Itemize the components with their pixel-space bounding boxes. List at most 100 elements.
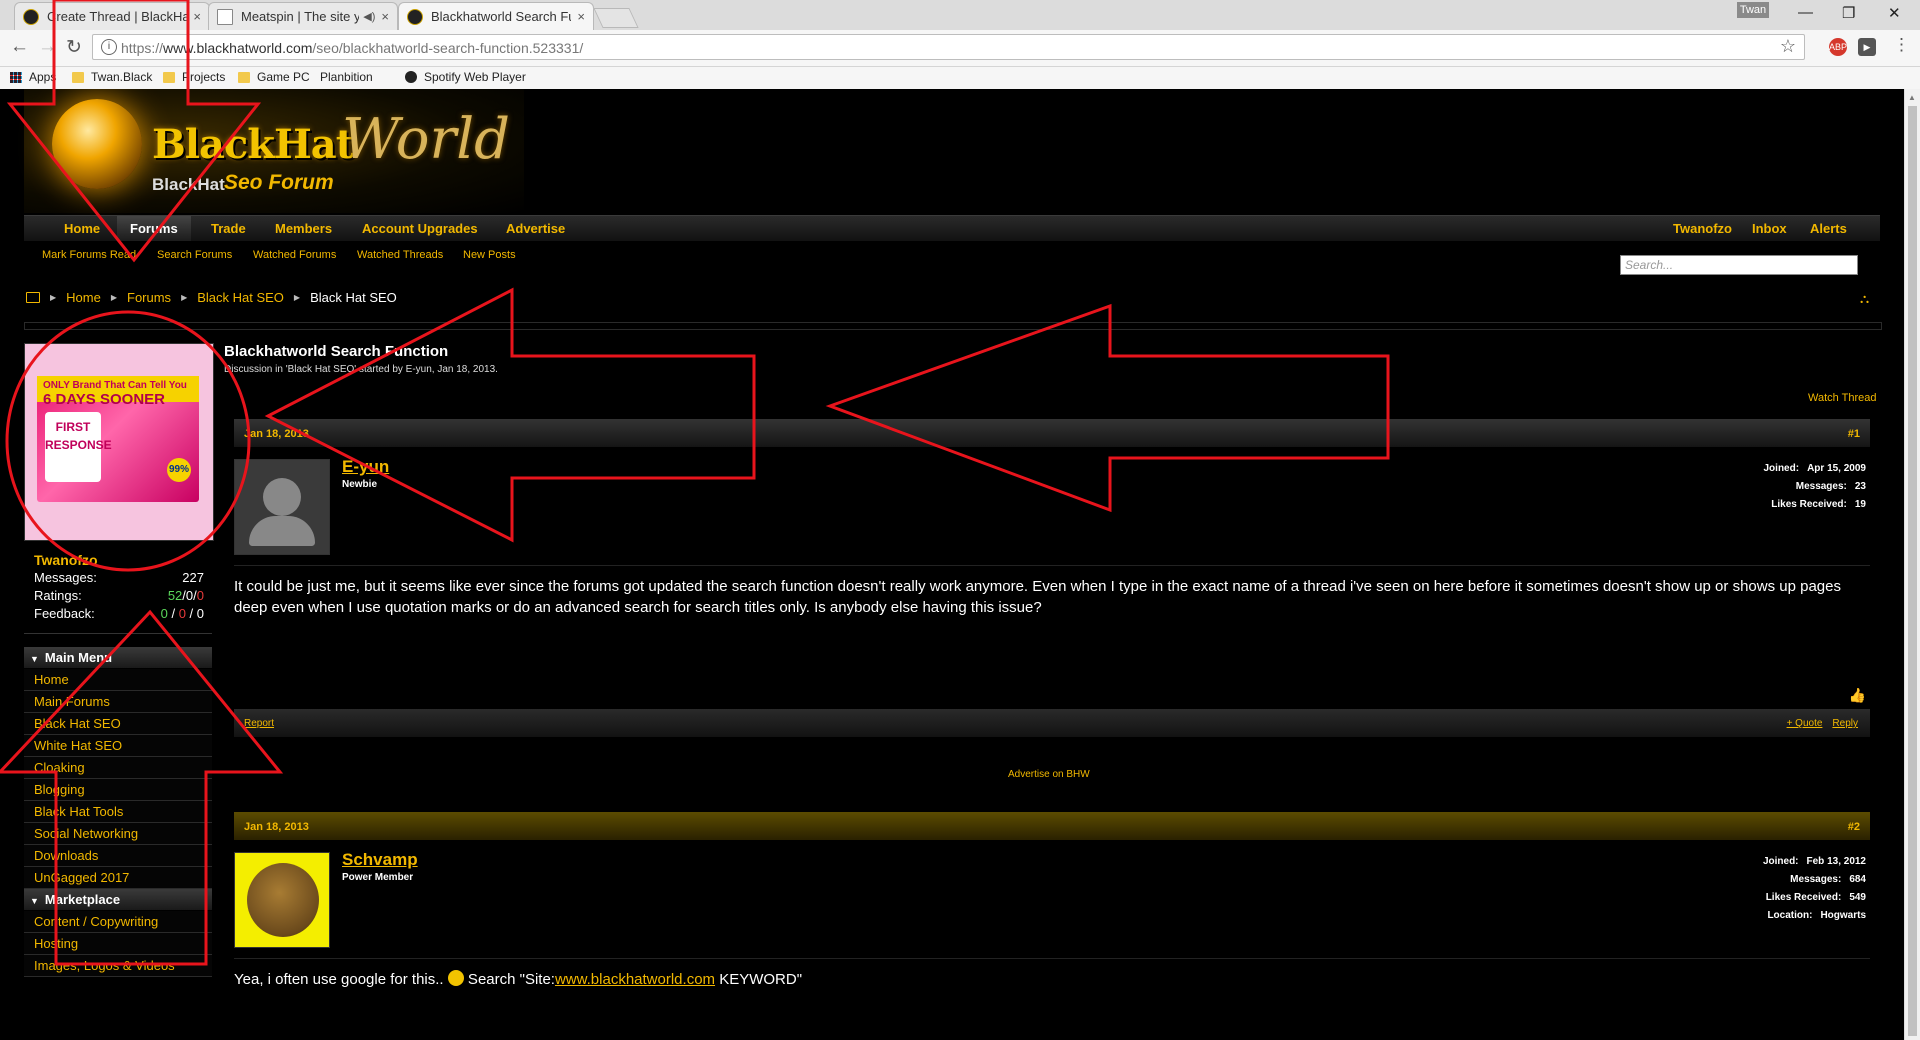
subnav-search-forums[interactable]: Search Forums — [157, 249, 232, 261]
nav-advertise[interactable]: Advertise — [506, 221, 565, 236]
post-2: Jan 18, 2013 #2 Schvamp Power Member Joi… — [224, 812, 1880, 1040]
adblock-plus-icon[interactable]: ABP — [1829, 38, 1847, 56]
bookmark-apps[interactable]: Apps — [10, 70, 56, 84]
quote-link[interactable]: + Quote — [1787, 718, 1823, 729]
thread-description: Discussion in 'Black Hat SEO' started by… — [224, 364, 498, 375]
stat-feedback: Feedback: 0 / 0 / 0 — [34, 606, 204, 621]
watch-thread-link[interactable]: Watch Thread — [1808, 392, 1876, 404]
sidebar-item-hosting[interactable]: Hosting — [24, 933, 212, 955]
tab-blackhatworld-search[interactable]: Blackhatworld Search Fu × — [398, 2, 594, 30]
main-menu-header[interactable]: ▼ Main Menu — [24, 647, 212, 668]
post-avatar[interactable] — [234, 852, 330, 948]
url-text[interactable]: https://www.blackhatworld.com/seo/blackh… — [121, 40, 583, 56]
forum-search-input[interactable]: Search... — [1620, 255, 1858, 275]
home-folder-icon[interactable] — [26, 292, 40, 303]
scroll-up-icon[interactable]: ▲ — [1908, 93, 1916, 102]
sidebar-user-avatar[interactable]: ONLY Brand That Can Tell You 6 DAYS SOON… — [24, 343, 214, 541]
bookmark-planbition[interactable]: Planbition — [320, 70, 373, 172]
sidebar-item-downloads[interactable]: Downloads — [24, 845, 212, 867]
post-permalink[interactable]: #2 — [1848, 821, 1860, 833]
post-1: Jan 18, 2013 #1 E-yun Newbie Joined: Apr … — [224, 419, 1880, 781]
restore-icon[interactable]: ❐ — [1842, 4, 1855, 22]
nav-alerts[interactable]: Alerts — [1810, 221, 1847, 236]
post-author[interactable]: Schvamp — [342, 850, 418, 870]
sidebar-item-ungagged-2017[interactable]: UnGagged 2017 — [24, 867, 212, 889]
scrollbar-thumb[interactable] — [1908, 106, 1917, 1036]
sidebar-item-home[interactable]: Home — [24, 669, 212, 691]
close-window-icon[interactable]: ✕ — [1888, 4, 1901, 22]
post-date[interactable]: Jan 18, 2013 — [244, 428, 309, 440]
nav-account-upgrades[interactable]: Account Upgrades — [362, 221, 478, 236]
bookmark-game-pc[interactable]: Game PC — [238, 70, 310, 84]
bookmarks-bar: Apps Twan.Black Projects Game PC Planbit… — [0, 67, 1920, 172]
like-thumb-icon[interactable]: 👍 — [1849, 687, 1866, 704]
sitemap-icon[interactable]: ⛬ — [1860, 291, 1869, 307]
tab-close-icon[interactable]: × — [381, 9, 389, 24]
profile-chip[interactable]: Twan — [1737, 2, 1769, 18]
logo-text: BlackHat — [152, 121, 354, 168]
nav-members[interactable]: Members — [275, 221, 332, 236]
post-body-link[interactable]: www.blackhatworld.com — [555, 971, 715, 988]
wilson-ball-avatar-icon — [247, 863, 319, 937]
tab-close-icon[interactable]: × — [193, 9, 201, 24]
vertical-scrollbar[interactable]: ▲ — [1904, 89, 1920, 1040]
chrome-menu-icon[interactable]: ⋮ — [1893, 35, 1910, 55]
post-avatar[interactable] — [234, 459, 330, 555]
sidebar-item-white-hat-seo[interactable]: White Hat SEO — [24, 735, 212, 757]
breadcrumb-current: Black Hat SEO — [310, 290, 397, 305]
post-footer: Report + Quote Reply — [234, 709, 1870, 737]
post-date[interactable]: Jan 18, 2013 — [244, 821, 309, 833]
info-icon[interactable]: i — [101, 39, 117, 55]
sidebar-item-images-logos-videos[interactable]: Images, Logos & Videos — [24, 955, 212, 977]
sidebar-item-main-forums[interactable]: Main Forums — [24, 691, 212, 713]
new-tab-button[interactable] — [593, 8, 639, 28]
breadcrumb-black-hat-seo[interactable]: Black Hat SEO — [197, 290, 284, 305]
breadcrumb-forums[interactable]: Forums — [127, 290, 171, 305]
bookmark-twan-black[interactable]: Twan.Black — [72, 70, 152, 84]
folder-icon — [238, 71, 250, 83]
sidebar-item-cloaking[interactable]: Cloaking — [24, 757, 212, 779]
sidebar-item-blogging[interactable]: Blogging — [24, 779, 212, 801]
nav-home[interactable]: Home — [64, 221, 100, 236]
nav-user[interactable]: Twanofzo — [1673, 221, 1732, 236]
nav-trade[interactable]: Trade — [211, 221, 246, 236]
tab-title: Create Thread | BlackHat — [47, 9, 188, 24]
reload-icon[interactable]: ↻ — [66, 36, 82, 59]
tab-meatspin[interactable]: Meatspin | The site yo ◀) × — [208, 2, 398, 30]
tab-create-thread[interactable]: Create Thread | BlackHat × — [14, 2, 210, 30]
bookmark-spotify[interactable]: Spotify Web Player — [405, 70, 526, 84]
apps-grid-icon — [10, 71, 22, 83]
post-permalink[interactable]: #1 — [1848, 428, 1860, 440]
sidebar-item-social-networking[interactable]: Social Networking — [24, 823, 212, 845]
divider — [234, 958, 1870, 959]
sidebar-item-content-copywriting[interactable]: Content / Copywriting — [24, 911, 212, 933]
speaker-icon[interactable]: ◀) — [363, 10, 375, 23]
back-icon[interactable]: ← — [10, 36, 29, 58]
breadcrumb-separator-icon: ▶ — [50, 293, 57, 302]
folder-icon — [163, 71, 175, 83]
marketplace-header[interactable]: ▼ Marketplace — [24, 889, 212, 910]
smiley-icon — [447, 970, 464, 986]
subnav-watched-forums[interactable]: Watched Forums — [253, 249, 336, 261]
reply-link[interactable]: Reply — [1832, 718, 1858, 729]
site-logo[interactable]: BlackHat World BlackHat Seo Forum — [24, 89, 524, 213]
sidebar-username[interactable]: Twanofzo — [34, 552, 98, 568]
address-bar[interactable]: i https://www.blackhatworld.com/seo/blac… — [92, 34, 1805, 60]
breadcrumb-home[interactable]: Home — [66, 290, 101, 305]
advertise-link[interactable]: Advertise on BHW — [1008, 769, 1090, 780]
post-author[interactable]: E-yun — [342, 457, 389, 477]
bookmark-star-icon[interactable]: ☆ — [1780, 36, 1796, 57]
tab-close-icon[interactable]: × — [577, 9, 585, 24]
forward-icon[interactable]: → — [38, 36, 57, 58]
bookmark-projects[interactable]: Projects — [163, 70, 225, 84]
video-extension-icon[interactable]: ▶ — [1858, 38, 1876, 56]
minimize-icon[interactable]: — — [1798, 4, 1813, 21]
subnav-mark-forums-read[interactable]: Mark Forums Read — [42, 249, 136, 261]
subnav-new-posts[interactable]: New Posts — [463, 249, 516, 261]
nav-inbox[interactable]: Inbox — [1752, 221, 1787, 236]
nav-forums[interactable]: Forums — [117, 216, 191, 241]
sidebar-item-black-hat-seo[interactable]: Black Hat SEO — [24, 713, 212, 735]
subnav-watched-threads[interactable]: Watched Threads — [357, 249, 443, 261]
sidebar-item-black-hat-tools[interactable]: Black Hat Tools — [24, 801, 212, 823]
report-link[interactable]: Report — [244, 718, 274, 729]
